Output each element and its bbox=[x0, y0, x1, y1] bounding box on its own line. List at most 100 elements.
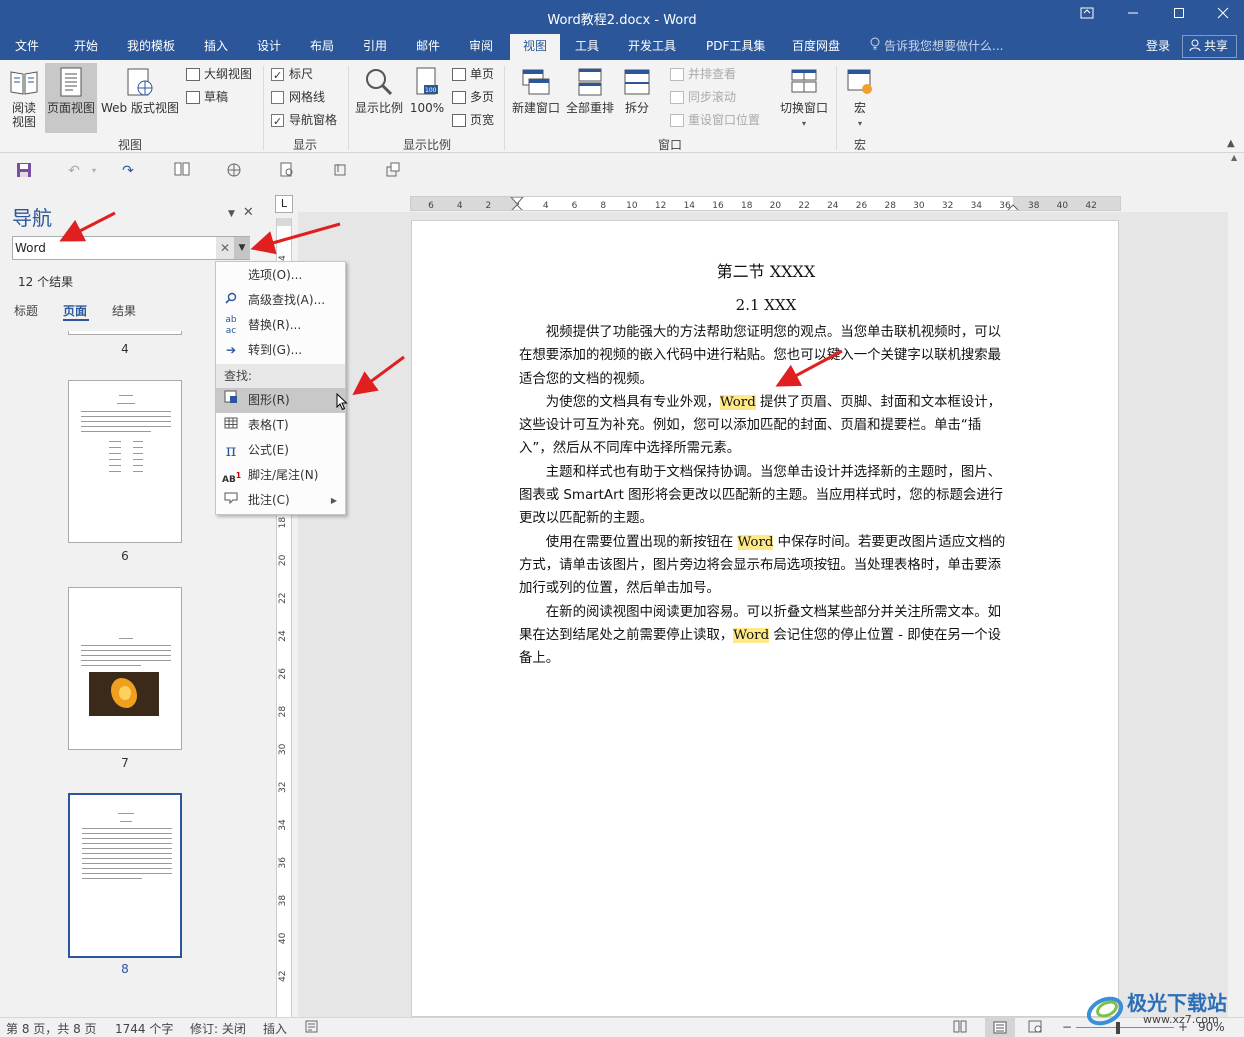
customize-icon[interactable] bbox=[383, 162, 403, 180]
graphic-icon bbox=[222, 388, 240, 413]
menu-item-equations[interactable]: π 公式(E) bbox=[216, 438, 345, 463]
menu-item-options[interactable]: 选项(O)... bbox=[216, 263, 345, 288]
undo-icon[interactable]: ↶ bbox=[64, 162, 84, 180]
new-window-button[interactable]: 新建窗口 bbox=[509, 63, 563, 115]
save-icon[interactable] bbox=[14, 162, 34, 180]
print-preview-icon[interactable] bbox=[277, 162, 297, 180]
zoom-out-icon[interactable]: − bbox=[1062, 1020, 1072, 1034]
tab-developer[interactable]: 开发工具 bbox=[619, 34, 685, 60]
side-by-side-view-icon[interactable] bbox=[172, 162, 192, 180]
page-thumbnail-selected[interactable] bbox=[68, 793, 182, 958]
collapse-ribbon-icon[interactable]: ▲ bbox=[1227, 138, 1235, 149]
scroll-up-icon[interactable]: ▲ bbox=[1231, 153, 1237, 162]
page-number: 6 bbox=[121, 549, 129, 563]
word-count[interactable]: 1744 个字 bbox=[115, 1020, 173, 1037]
reset-position-button[interactable]: 重设窗口位置 bbox=[670, 110, 760, 130]
web-layout-button[interactable]: Web 版式视图 bbox=[99, 63, 181, 115]
gridlines-checkbox[interactable]: 网格线 bbox=[271, 87, 325, 107]
print-layout-button[interactable]: 页面视图 bbox=[45, 63, 97, 133]
ruler-tick-label: 40 bbox=[278, 932, 288, 944]
tell-me-box[interactable]: 告诉我您想要做什么... bbox=[870, 34, 1003, 60]
maximize-button[interactable] bbox=[1156, 0, 1202, 34]
web-icon[interactable] bbox=[224, 162, 244, 180]
tab-review[interactable]: 审阅 bbox=[460, 34, 502, 60]
nav-search-input[interactable] bbox=[15, 239, 213, 257]
page-thumbnail[interactable] bbox=[68, 380, 182, 543]
side-by-side-label: 并排查看 bbox=[688, 67, 737, 81]
menu-item-comments[interactable]: 批注(C) ▶ bbox=[216, 488, 345, 513]
tab-tools[interactable]: 工具 bbox=[566, 34, 608, 60]
switch-window-button[interactable]: 切换窗口 ▾ bbox=[776, 63, 832, 131]
ruler-tick-label: 6 bbox=[428, 201, 434, 211]
zoom-100-button[interactable]: 100 100% bbox=[408, 63, 446, 115]
draft-button[interactable]: 草稿 bbox=[186, 87, 228, 107]
clear-search-icon[interactable]: ✕ bbox=[216, 237, 234, 259]
document-paragraph: 在新的阅读视图中阅读更加容易。可以折叠文档某些部分并关注所需文本。如果在达到结尾… bbox=[519, 601, 1011, 671]
macros-button[interactable]: 宏 ▾ bbox=[842, 63, 878, 131]
read-mode-button[interactable]: 阅读 视图 bbox=[5, 63, 43, 129]
page-count[interactable]: 第 8 页，共 8 页 bbox=[6, 1020, 97, 1037]
print-layout-view-icon[interactable] bbox=[985, 1018, 1015, 1037]
one-page-button[interactable]: 单页 bbox=[452, 64, 494, 84]
search-options-dropdown-icon[interactable]: ▼ bbox=[234, 237, 250, 259]
menu-item-graphics[interactable]: 图形(R) bbox=[216, 388, 345, 413]
tab-file[interactable]: 文件 bbox=[6, 34, 48, 60]
ribbon-display-icon[interactable] bbox=[1064, 0, 1110, 34]
undo-dropdown-icon[interactable]: ▾ bbox=[84, 162, 104, 180]
menu-item-replace[interactable]: ab ac 替换(R)... bbox=[216, 313, 345, 338]
chevron-down-icon[interactable]: ▼ bbox=[228, 209, 235, 219]
menu-item-goto[interactable]: ➔ 转到(G)... bbox=[216, 338, 345, 363]
page-thumbnail[interactable] bbox=[68, 587, 182, 750]
sign-in-link[interactable]: 登录 bbox=[1146, 34, 1170, 58]
multi-page-button[interactable]: 多页 bbox=[452, 87, 494, 107]
page-number: 4 bbox=[121, 342, 129, 356]
vertical-scrollbar[interactable]: ▲ bbox=[1228, 153, 1244, 1017]
zoom-button[interactable]: 显示比例 bbox=[352, 63, 406, 115]
nav-tab-headings[interactable]: 标题 bbox=[14, 302, 38, 319]
ribbon: 阅读视图 页面视图 Web 版式视图 大纲视图 草稿 视图 标尺 网格线 导航窗… bbox=[0, 60, 1244, 153]
macro-record-icon[interactable] bbox=[305, 1020, 318, 1036]
horizontal-ruler[interactable]: 6422468101214161820222426283032343638404… bbox=[410, 196, 1121, 211]
nav-tab-pages[interactable]: 页面 bbox=[63, 302, 87, 319]
close-button[interactable] bbox=[1200, 0, 1244, 34]
nav-tab-results[interactable]: 结果 bbox=[112, 302, 136, 319]
outline-button[interactable]: 大纲视图 bbox=[186, 64, 252, 84]
document-page[interactable]: 第二节 XXXX 2.1 XXX 视频提供了功能强大的方法帮助您证明您的观点。当… bbox=[411, 220, 1119, 1017]
ruler-checkbox[interactable]: 标尺 bbox=[271, 64, 313, 86]
tab-references[interactable]: 引用 bbox=[354, 34, 396, 60]
read-mode-view-icon[interactable] bbox=[953, 1020, 967, 1036]
tab-layout[interactable]: 布局 bbox=[301, 34, 343, 60]
reset-position-label: 重设窗口位置 bbox=[688, 113, 761, 127]
menu-item-footnotes[interactable]: AB1 脚注/尾注(N) bbox=[216, 463, 345, 488]
web-layout-view-icon[interactable] bbox=[1028, 1020, 1042, 1036]
tab-mailings[interactable]: 邮件 bbox=[407, 34, 449, 60]
paragraph-text: 视频提供了功能强大的方法帮助您证明您的观点。当您单击联机视频时，可以在想要添加的… bbox=[519, 325, 1002, 387]
find-section-header: 查找: bbox=[216, 364, 345, 388]
tab-stop-selector[interactable]: L bbox=[275, 195, 293, 213]
arrange-all-button[interactable]: 全部重排 bbox=[563, 63, 617, 115]
tab-baidu-netdisk[interactable]: 百度网盘 bbox=[783, 34, 849, 60]
split-icon bbox=[624, 69, 650, 95]
tab-home[interactable]: 开始 bbox=[65, 34, 107, 60]
tab-view[interactable]: 视图 bbox=[510, 34, 560, 60]
minimize-button[interactable] bbox=[1110, 0, 1156, 34]
close-icon[interactable]: ✕ bbox=[243, 205, 254, 220]
share-button[interactable]: 共享 bbox=[1182, 35, 1238, 58]
track-changes-status[interactable]: 修订: 关闭 bbox=[190, 1020, 246, 1037]
page-width-button[interactable]: 页宽 bbox=[452, 110, 494, 130]
menu-item-advanced-find[interactable]: 高级查找(A)... bbox=[216, 288, 345, 313]
split-button[interactable]: 拆分 bbox=[619, 63, 655, 115]
tab-my-templates[interactable]: 我的模板 bbox=[118, 34, 184, 60]
tab-design[interactable]: 设计 bbox=[248, 34, 290, 60]
page-thumbnail[interactable] bbox=[68, 331, 182, 335]
sync-scroll-button[interactable]: 同步滚动 bbox=[670, 87, 736, 107]
menu-item-tables[interactable]: 表格(T) bbox=[216, 413, 345, 438]
nav-pane-checkbox[interactable]: 导航窗格 bbox=[271, 110, 337, 132]
redo-icon[interactable]: ↷ bbox=[118, 162, 138, 180]
side-by-side-button[interactable]: 并排查看 bbox=[670, 64, 736, 84]
insert-mode[interactable]: 插入 bbox=[263, 1020, 287, 1037]
attach-icon[interactable] bbox=[330, 162, 350, 180]
quick-access-toolbar: ↶ ▾ ↷ bbox=[0, 153, 1244, 189]
tab-insert[interactable]: 插入 bbox=[195, 34, 237, 60]
tab-pdf-tools[interactable]: PDF工具集 bbox=[697, 34, 774, 60]
